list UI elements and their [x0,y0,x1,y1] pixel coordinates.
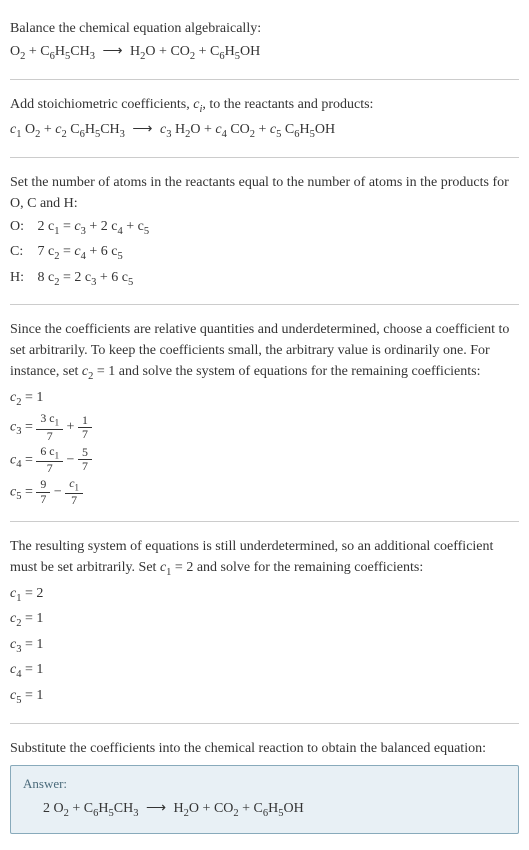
h2o: H2O [130,44,156,59]
arrow-icon: ⟶ [128,119,156,140]
equation-with-coefficients: c1 O2 + c2 C6H5CH3 ⟶ c3 H2O + c4 CO2 + c… [10,119,519,143]
divider [10,79,519,80]
section-solve-second: The resulting system of equations is sti… [10,526,519,718]
section-balance-intro: Balance the chemical equation algebraica… [10,8,519,75]
c4-final: c4 = 1 [10,659,519,683]
answer-box: Answer: 2 O2 + C6H5CH3 ⟶ H2O + CO2 + C6H… [10,765,519,835]
o2: O2 [10,44,25,59]
arrow-icon: ⟶ [98,41,126,62]
c2-final: c2 = 1 [10,608,519,632]
c3-value: c3 = 3 c17 + 17 [10,412,519,442]
divider [10,304,519,305]
section-stoich: Add stoichiometric coefficients, ci, to … [10,84,519,153]
solve2-intro: The resulting system of equations is sti… [10,536,519,581]
divider [10,521,519,522]
arrow-icon: ⟶ [142,798,170,819]
atom-balance-intro: Set the number of atoms in the reactants… [10,172,519,214]
balanced-equation: 2 O2 + C6H5CH3 ⟶ H2O + CO2 + C6H5OH [23,798,506,822]
answer-intro: Substitute the coefficients into the che… [10,738,519,759]
equation-unbalanced: O2 + C6H5CH3 ⟶ H2O + CO2 + C6H5OH [10,41,519,65]
c5-value: c5 = 97 − c17 [10,477,519,507]
c3-final: c3 = 1 [10,634,519,658]
section-answer: Substitute the coefficients into the che… [10,728,519,843]
co2: CO2 [170,44,195,59]
section-solve-first: Since the coefficients are relative quan… [10,309,519,517]
divider [10,157,519,158]
h-equation: H: 8 c2 = 2 c3 + 6 c5 [10,267,519,291]
section-atom-balance: Set the number of atoms in the reactants… [10,162,519,301]
o-equation: O: 2 c1 = c3 + 2 c4 + c5 [10,216,519,240]
solve-intro: Since the coefficients are relative quan… [10,319,519,385]
stoich-intro: Add stoichiometric coefficients, ci, to … [10,94,519,118]
intro-text: Balance the chemical equation algebraica… [10,18,519,39]
c5-final: c5 = 1 [10,685,519,709]
phenol: C6H5OH [210,44,260,59]
c4-value: c4 = 6 c17 − 57 [10,445,519,475]
answer-label: Answer: [23,776,506,792]
divider [10,723,519,724]
c2-value: c2 = 1 [10,387,519,411]
c1-final: c1 = 2 [10,583,519,607]
toluene: C6H5CH3 [40,44,95,59]
c-equation: C: 7 c2 = c4 + 6 c5 [10,241,519,265]
